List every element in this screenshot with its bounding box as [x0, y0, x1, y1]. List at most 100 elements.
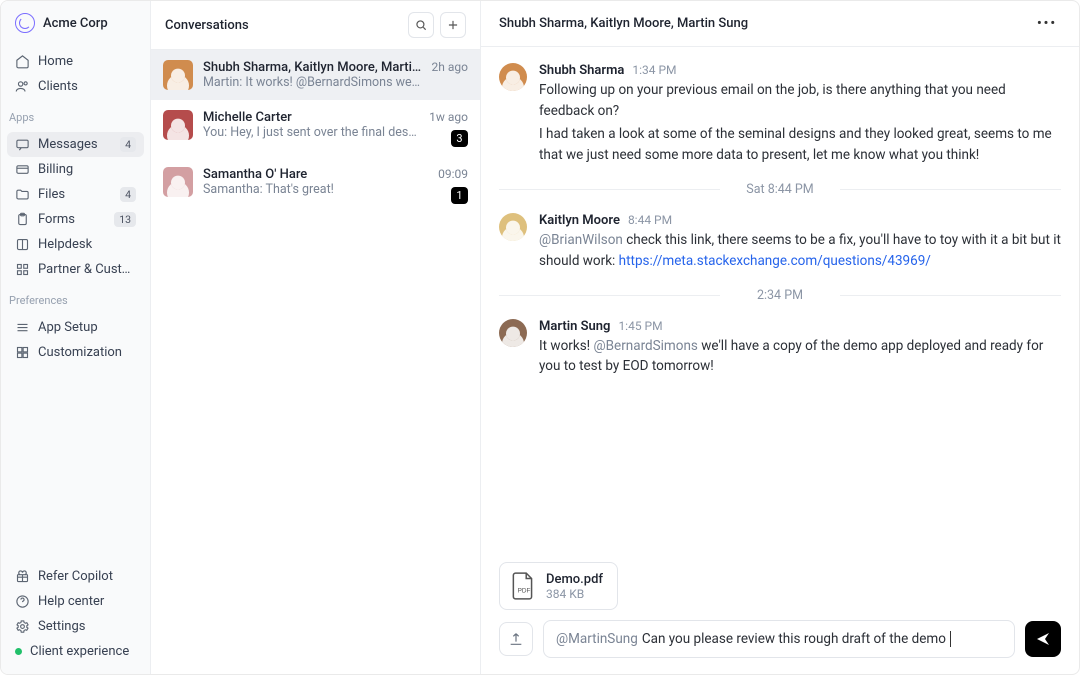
- message-text: I had taken a look at some of the semina…: [539, 124, 1061, 166]
- composer-area: PDF Demo.pdf 384 KB @MartinSung Can you …: [481, 558, 1079, 674]
- text-cursor: [950, 631, 951, 647]
- sidebar-item-partner-apps[interactable]: Partner & Custom Apps: [7, 257, 144, 282]
- sidebar-item-label: Partner & Custom Apps: [38, 262, 136, 277]
- mention: @MartinSung: [556, 631, 638, 647]
- sidebar-item-label: Billing: [38, 162, 136, 177]
- sidebar-item-forms[interactable]: Forms 13: [7, 207, 144, 232]
- message: Shubh Sharma 1:34 PM Following up on you…: [499, 57, 1061, 176]
- chat-icon: [15, 137, 30, 152]
- thread-more-button[interactable]: •••: [1033, 12, 1061, 35]
- sidebar-item-label: Customization: [38, 345, 136, 360]
- sidebar-item-settings[interactable]: Settings: [7, 614, 144, 639]
- conversation-list-title: Conversations: [165, 18, 402, 33]
- sidebar-item-label: Refer Copilot: [38, 569, 136, 584]
- conversation-item[interactable]: Michelle Carter You: Hey, I just sent ov…: [151, 100, 480, 157]
- sidebar-item-app-setup[interactable]: App Setup: [7, 315, 144, 340]
- avatar: [163, 60, 193, 90]
- conversation-name: Michelle Carter: [203, 110, 419, 125]
- folder-icon: [15, 187, 30, 202]
- message-text: Following up on your previous email on t…: [539, 80, 1061, 122]
- conversation-list-panel: Conversations Shubh Sharma, Kaitlyn Moor…: [151, 1, 481, 674]
- nav-apps: Messages 4 Billing Files 4 Forms 13 Help…: [1, 128, 150, 286]
- squares-icon: [15, 345, 30, 360]
- sidebar-item-help[interactable]: Help center: [7, 589, 144, 614]
- sidebar-item-label: Settings: [38, 619, 136, 634]
- thread-header: Shubh Sharma, Kaitlyn Moore, Martin Sung…: [481, 1, 1079, 47]
- nav-preferences: App Setup Customization: [1, 311, 150, 369]
- thread-body: Shubh Sharma 1:34 PM Following up on you…: [481, 47, 1079, 558]
- sidebar-item-home[interactable]: Home: [7, 49, 144, 74]
- brand-logo-icon: [15, 13, 35, 33]
- sidebar-item-messages[interactable]: Messages 4: [7, 132, 144, 157]
- message-text: @BrianWilson check this link, there seem…: [539, 230, 1061, 272]
- nav-top: Home Clients: [1, 45, 150, 103]
- attachment-size: 384 KB: [546, 587, 603, 601]
- conversation-name: Shubh Sharma, Kaitlyn Moore, Marti…: [203, 60, 422, 75]
- message-author: Shubh Sharma: [539, 63, 624, 78]
- sidebar-item-customization[interactable]: Customization: [7, 340, 144, 365]
- day-divider: Sat 8:44 PM: [499, 182, 1061, 197]
- sidebar-item-helpdesk[interactable]: Helpdesk: [7, 232, 144, 257]
- status-dot-icon: [15, 648, 22, 655]
- conversation-time: 09:09: [438, 167, 468, 181]
- sidebar-item-billing[interactable]: Billing: [7, 157, 144, 182]
- conversation-item[interactable]: Samantha O' Hare Samantha: That's great!…: [151, 157, 480, 214]
- gift-icon: [15, 569, 30, 584]
- message-input[interactable]: @MartinSung Can you please review this r…: [543, 620, 1015, 658]
- book-icon: [15, 237, 30, 252]
- pdf-file-icon: PDF: [510, 571, 536, 601]
- sidebar-item-clients[interactable]: Clients: [7, 74, 144, 99]
- new-conversation-button[interactable]: [440, 12, 466, 38]
- sliders-icon: [15, 320, 30, 335]
- conversation-list: Shubh Sharma, Kaitlyn Moore, Marti… Mart…: [151, 50, 480, 674]
- attachment-name: Demo.pdf: [546, 572, 603, 587]
- sidebar-item-label: App Setup: [38, 320, 136, 335]
- ellipsis-icon: •••: [1037, 16, 1057, 31]
- message: Martin Sung 1:45 PM It works! @BernardSi…: [499, 313, 1061, 388]
- mention[interactable]: @BrianWilson: [539, 232, 623, 248]
- brand-name: Acme Corp: [43, 16, 108, 31]
- sidebar-item-label: Helpdesk: [38, 237, 136, 252]
- message: Kaitlyn Moore 8:44 PM @BrianWilson check…: [499, 207, 1061, 282]
- avatar: [163, 110, 193, 140]
- avatar: [499, 63, 527, 91]
- nav-bottom: Refer Copilot Help center Settings Clien…: [1, 560, 150, 674]
- conversation-item[interactable]: Shubh Sharma, Kaitlyn Moore, Marti… Mart…: [151, 50, 480, 100]
- sidebar-item-client-experience[interactable]: Client experience: [7, 639, 144, 664]
- avatar: [499, 319, 527, 347]
- sidebar-item-label: Messages: [38, 137, 112, 152]
- sidebar-item-refer[interactable]: Refer Copilot: [7, 564, 144, 589]
- link[interactable]: https://meta.stackexchange.com/questions…: [619, 253, 931, 269]
- card-icon: [15, 162, 30, 177]
- count-badge: 4: [120, 187, 136, 202]
- day-divider: 2:34 PM: [499, 288, 1061, 303]
- grid-icon: [15, 262, 30, 277]
- sidebar-item-label: Help center: [38, 594, 136, 609]
- avatar: [499, 213, 527, 241]
- search-button[interactable]: [408, 12, 434, 38]
- attachment-chip[interactable]: PDF Demo.pdf 384 KB: [499, 562, 618, 610]
- upload-button[interactable]: [499, 622, 533, 656]
- message-time: 8:44 PM: [628, 213, 672, 227]
- conversation-time: 1w ago: [429, 110, 468, 124]
- send-button[interactable]: [1025, 621, 1061, 657]
- send-icon: [1035, 631, 1051, 647]
- nav-heading-apps: Apps: [1, 103, 150, 128]
- help-icon: [15, 594, 30, 609]
- plus-icon: [446, 18, 460, 32]
- sidebar-item-label: Home: [38, 54, 136, 69]
- brand[interactable]: Acme Corp: [1, 1, 150, 45]
- upload-icon: [508, 631, 524, 647]
- users-icon: [15, 79, 30, 94]
- conversation-list-header: Conversations: [151, 1, 480, 50]
- unread-badge: 1: [451, 187, 468, 204]
- message-author: Martin Sung: [539, 319, 610, 334]
- message-text: It works! @BernardSimons we'll have a co…: [539, 336, 1061, 378]
- conversation-preview: Samantha: That's great!: [203, 182, 428, 197]
- conversation-name: Samantha O' Hare: [203, 167, 428, 182]
- mention[interactable]: @BernardSimons: [594, 338, 698, 354]
- svg-text:PDF: PDF: [518, 587, 531, 594]
- sidebar-item-label: Files: [38, 187, 112, 202]
- sidebar-item-files[interactable]: Files 4: [7, 182, 144, 207]
- message-time: 1:34 PM: [632, 63, 676, 77]
